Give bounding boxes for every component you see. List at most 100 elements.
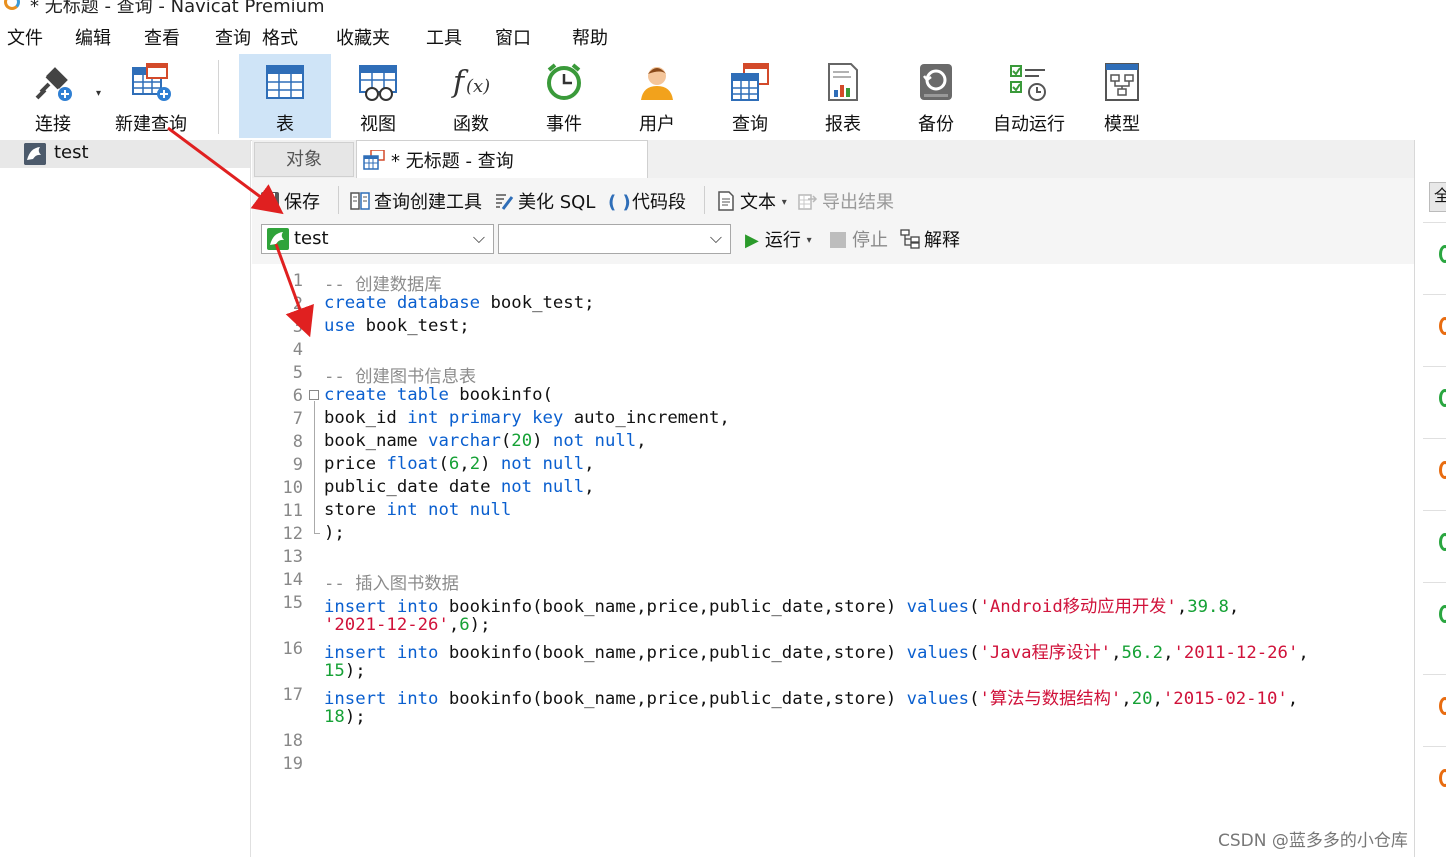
info-card[interactable] (1423, 582, 1446, 641)
sql-editor[interactable]: 1 2 3 4 5 6 7 8 9 10 11 12 13 14 15 16 1… (255, 264, 1413, 857)
code-line: price float(6,2) not null, (324, 454, 595, 474)
line-number: 12 (282, 524, 303, 544)
export-results-button[interactable]: 导出结果 (798, 188, 894, 214)
code-snippet-button[interactable]: ( )代码段 (608, 188, 686, 214)
menu-window[interactable]: 窗口 (495, 24, 531, 50)
info-pane: 全 (1414, 140, 1446, 857)
main-toolbar: 连接 ▾ 新建查询 表 视图 f (x) 函数 事件 用户 查询 报表 备份 自… (0, 54, 1446, 141)
explain-label: 解释 (924, 230, 960, 251)
line-number: 8 (292, 432, 303, 452)
status-icon (1439, 461, 1446, 479)
line-number: 11 (282, 501, 303, 521)
toolbar-backup-button[interactable]: 备份 (890, 54, 982, 138)
connect-label: 连接 (35, 114, 71, 135)
toolbar-report-button[interactable]: 报表 (797, 54, 889, 138)
query-builder-button[interactable]: 查询创建工具 (350, 188, 482, 214)
svg-text:(x): (x) (466, 76, 490, 97)
connection-label: test (54, 142, 89, 163)
event-label: 事件 (546, 114, 582, 135)
new-query-icon (132, 63, 171, 101)
code-line: -- 创建数据库 (324, 275, 442, 295)
line-number: 18 (282, 731, 303, 751)
info-card[interactable] (1423, 510, 1446, 569)
line-number: 5 (292, 363, 303, 383)
run-button[interactable]: ▶ 运行 ▾ (745, 226, 812, 252)
line-number: 6 (292, 386, 303, 406)
stop-button[interactable]: 停止 (830, 226, 888, 252)
export-icon (798, 194, 818, 210)
tab-strip: 对象 * 无标题 - 查询 (252, 140, 1414, 179)
toolbar-view-button[interactable]: 视图 (332, 54, 424, 138)
query-label: 查询 (732, 114, 768, 135)
line-number: 16 (282, 639, 303, 659)
menu-query[interactable]: 查询 (215, 24, 251, 50)
qtoolbar-divider (704, 186, 705, 214)
toolbar-model-button[interactable]: 模型 (1076, 54, 1168, 138)
toolbar-user-button[interactable]: 用户 (611, 54, 703, 138)
tab-query[interactable]: * 无标题 - 查询 (356, 140, 648, 178)
tab-objects[interactable]: 对象 (254, 142, 354, 177)
run-label: 运行 (764, 230, 801, 251)
connection-tree-item[interactable]: test (0, 140, 250, 168)
new-query-button[interactable]: 新建查询 (105, 54, 197, 138)
info-card[interactable] (1423, 294, 1446, 353)
info-card[interactable] (1423, 674, 1446, 733)
alarm-clock-icon (547, 63, 581, 100)
explain-icon (900, 229, 920, 249)
stop-icon (830, 232, 846, 248)
query-tab-icon (363, 150, 385, 170)
toolbar-query-button[interactable]: 查询 (704, 54, 796, 138)
chevron-down-icon: ⌵ (709, 228, 722, 247)
table-label: 表 (276, 114, 294, 135)
toolbar-table-button[interactable]: 表 (239, 54, 331, 138)
toolbar-event-button[interactable]: 事件 (518, 54, 610, 138)
model-icon (1105, 63, 1139, 101)
query-icon (731, 63, 769, 101)
connection-select[interactable]: test ⌵ (261, 224, 494, 254)
toolbar-automation-button[interactable]: 自动运行 (983, 54, 1075, 138)
fold-toggle-icon[interactable] (309, 390, 319, 400)
code-line: ); (324, 523, 345, 543)
database-select[interactable]: ⌵ (498, 224, 731, 254)
toolbar-function-button[interactable]: f (x) 函数 (425, 54, 517, 138)
function-icon: f (x) (451, 65, 490, 100)
status-icon (1439, 769, 1446, 787)
menu-format[interactable]: 格式 (262, 24, 298, 50)
menu-help[interactable]: 帮助 (572, 24, 608, 50)
status-icon (1439, 697, 1446, 715)
beautify-icon (496, 194, 514, 210)
menu-view[interactable]: 查看 (144, 24, 180, 50)
qtoolbar-divider (338, 186, 339, 214)
menu-favorites[interactable]: 收藏夹 (336, 24, 390, 50)
info-card[interactable] (1423, 222, 1446, 281)
line-number: 19 (282, 754, 303, 774)
info-card[interactable] (1423, 366, 1446, 425)
function-label: 函数 (453, 114, 489, 135)
code-line: insert into bookinfo(book_name,price,pub… (324, 643, 1309, 663)
fold-guide (314, 401, 315, 533)
stop-label: 停止 (852, 230, 888, 251)
run-dropdown-icon[interactable]: ▾ (807, 235, 812, 246)
connect-button[interactable]: 连接 (7, 54, 99, 138)
connect-dropdown-icon[interactable]: ▾ (96, 88, 101, 99)
report-label: 报表 (825, 114, 861, 135)
title-bar: * 无标题 - 查询 - Navicat Premium (0, 0, 1446, 18)
line-number: 17 (282, 685, 303, 705)
watermark: CSDN @蓝多多的小仓库 (1218, 831, 1408, 851)
line-number: 15 (282, 593, 303, 613)
code-line: 15); (324, 661, 366, 681)
explain-button[interactable]: 解释 (900, 226, 960, 252)
line-number: 2 (292, 294, 303, 314)
menu-tools[interactable]: 工具 (426, 24, 462, 50)
beautify-sql-button[interactable]: 美化 SQL (494, 188, 595, 214)
text-dropdown-icon[interactable]: ▾ (782, 197, 787, 208)
save-button[interactable]: 保存 (260, 188, 320, 214)
menu-file[interactable]: 文件 (7, 24, 43, 50)
text-button[interactable]: 文本 ▾ (716, 188, 787, 214)
info-pane-button[interactable]: 全 (1429, 182, 1446, 212)
mysql-dolphin-icon (24, 143, 46, 165)
info-card[interactable] (1423, 438, 1446, 497)
mysql-dolphin-icon (267, 228, 289, 250)
info-card[interactable] (1423, 746, 1446, 805)
menu-edit[interactable]: 编辑 (75, 24, 111, 50)
